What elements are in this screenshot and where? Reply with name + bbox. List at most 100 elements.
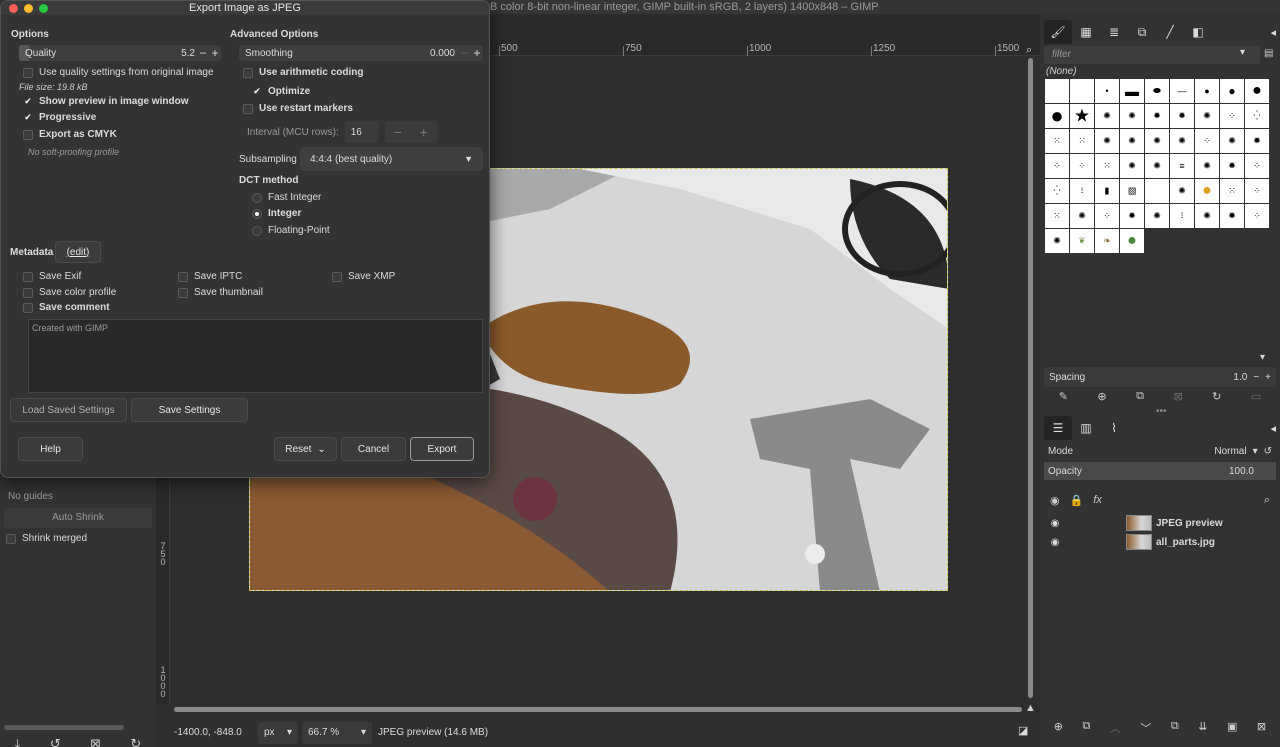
brush-item[interactable]: ● bbox=[1245, 79, 1269, 103]
radio-circle[interactable] bbox=[252, 208, 262, 219]
brush-item[interactable]: ⁙ bbox=[1095, 154, 1119, 178]
brush-item[interactable]: • bbox=[1095, 79, 1119, 103]
dock-menu-icon[interactable]: ◂ bbox=[1270, 26, 1276, 39]
check-icon[interactable]: ✔ bbox=[252, 86, 262, 97]
brush-item[interactable]: ✺ bbox=[1145, 154, 1169, 178]
tab-dynamics[interactable]: ╱ bbox=[1156, 20, 1184, 44]
brush-item[interactable]: ⁘ bbox=[1095, 204, 1119, 228]
brush-item[interactable]: ✹ bbox=[1220, 204, 1244, 228]
brush-item[interactable]: ✺ bbox=[1195, 154, 1219, 178]
help-button[interactable]: Help bbox=[18, 437, 83, 461]
brush-item[interactable]: ≡ bbox=[1170, 154, 1194, 178]
plus-icon[interactable]: + bbox=[410, 121, 437, 143]
checkbox-box[interactable] bbox=[178, 271, 188, 282]
brush-item[interactable]: ✺ bbox=[1120, 129, 1144, 153]
mode-reset-icon[interactable]: ↺ bbox=[1264, 446, 1272, 457]
subsampling-select[interactable]: 4:4:4 (best quality) ▼ bbox=[300, 147, 483, 171]
brush-item[interactable]: — bbox=[1170, 79, 1194, 103]
dct-fast-integer-radio[interactable]: Fast Integer bbox=[252, 192, 321, 203]
minus-icon[interactable]: − bbox=[197, 46, 209, 60]
unit-select[interactable]: px ▾ bbox=[258, 721, 298, 744]
brush-item[interactable]: ● bbox=[1195, 79, 1219, 103]
lower-layer-icon[interactable]: ﹀ bbox=[1140, 720, 1151, 740]
brush-item[interactable]: ❦ bbox=[1070, 229, 1094, 253]
brush-item[interactable]: ✺ bbox=[1195, 204, 1219, 228]
brush-item[interactable] bbox=[1045, 79, 1069, 103]
save-exif-checkbox[interactable]: Save Exif bbox=[23, 271, 81, 282]
brush-item[interactable]: ⬬ bbox=[1145, 79, 1169, 103]
layer-mode-row[interactable]: Mode Normal ▾ ↺ bbox=[1044, 442, 1276, 460]
brush-spacing-slider[interactable]: Spacing 1.0 − + bbox=[1044, 367, 1276, 387]
brush-item[interactable]: ✺ bbox=[1095, 104, 1119, 128]
navigation-preview-icon[interactable]: ◪ bbox=[1018, 724, 1028, 737]
eye-icon[interactable]: ◉ bbox=[1044, 518, 1066, 529]
raise-layer-icon[interactable]: ︿ bbox=[1110, 720, 1121, 740]
new-layer-group-icon[interactable]: ⧉ bbox=[1082, 720, 1090, 740]
brush-item[interactable]: ▬ bbox=[1120, 79, 1144, 103]
horizontal-scrollbar[interactable] bbox=[172, 705, 1024, 713]
tag-icon[interactable]: ▤ bbox=[1264, 48, 1273, 59]
brush-item[interactable]: ❧ bbox=[1095, 229, 1119, 253]
lock-icon[interactable]: 🔒 bbox=[1070, 494, 1084, 507]
tab-layers[interactable]: ☰ bbox=[1044, 416, 1072, 440]
tab-documents[interactable]: ⧉ bbox=[1128, 20, 1156, 44]
fx-icon[interactable]: fx bbox=[1093, 494, 1102, 506]
show-preview-checkbox[interactable]: ✔ Show preview in image window bbox=[23, 96, 188, 107]
smoothing-slider[interactable]: Smoothing 0.000 − + bbox=[239, 45, 483, 61]
checkbox-box[interactable] bbox=[178, 287, 188, 298]
brush-item[interactable]: ⁙ bbox=[1045, 204, 1069, 228]
brush-item[interactable]: ⁘ bbox=[1070, 154, 1094, 178]
restore-icon[interactable]: ↺ bbox=[50, 736, 61, 747]
brush-item[interactable]: ✹ bbox=[1220, 154, 1244, 178]
brush-item[interactable]: ⁛ bbox=[1045, 179, 1069, 203]
optimize-checkbox[interactable]: ✔ Optimize bbox=[252, 86, 310, 97]
checkbox-box[interactable] bbox=[23, 271, 33, 282]
brush-item[interactable]: ⁘ bbox=[1245, 179, 1269, 203]
tab-gradients[interactable]: ◧ bbox=[1184, 20, 1212, 44]
brush-item[interactable]: ● bbox=[1195, 179, 1219, 203]
brush-item[interactable]: ⁝ bbox=[1170, 204, 1194, 228]
close-window-icon[interactable] bbox=[9, 4, 18, 13]
open-as-image-icon[interactable]: ▭ bbox=[1251, 390, 1261, 408]
progressive-checkbox[interactable]: ✔ Progressive bbox=[23, 112, 96, 123]
brush-item[interactable]: ● bbox=[1220, 79, 1244, 103]
merge-layer-icon[interactable]: ⇊ bbox=[1198, 720, 1207, 740]
brush-item[interactable]: ✺ bbox=[1120, 154, 1144, 178]
navigate-icon[interactable]: ▲ bbox=[1025, 702, 1036, 714]
brush-item[interactable]: ⁙ bbox=[1220, 179, 1244, 203]
save-xmp-checkbox[interactable]: Save XMP bbox=[332, 271, 395, 282]
cancel-button[interactable]: Cancel bbox=[341, 437, 406, 461]
layer-row[interactable]: ◉ JPEG preview bbox=[1044, 514, 1276, 532]
dock-menu-icon[interactable]: ◂ bbox=[1270, 422, 1276, 435]
brush-item[interactable]: ● bbox=[1120, 229, 1144, 253]
checkbox-box[interactable] bbox=[332, 271, 342, 282]
tab-fonts[interactable]: ≣ bbox=[1100, 20, 1128, 44]
new-layer-icon[interactable]: ⊕ bbox=[1054, 720, 1063, 740]
save-color-profile-checkbox[interactable]: Save color profile bbox=[23, 287, 116, 298]
brush-item[interactable]: ★ bbox=[1070, 104, 1094, 128]
duplicate-brush-icon[interactable]: ⧉ bbox=[1136, 390, 1144, 408]
comment-textarea[interactable]: Created with GIMP bbox=[28, 319, 483, 393]
dct-integer-radio[interactable]: Integer bbox=[252, 208, 301, 219]
interval-input[interactable]: 16 bbox=[344, 121, 379, 143]
radio-circle[interactable] bbox=[252, 225, 262, 236]
search-icon[interactable]: ⌕ bbox=[1264, 494, 1270, 507]
checkbox-box[interactable] bbox=[23, 67, 33, 78]
plus-icon[interactable]: + bbox=[209, 46, 221, 60]
mode-value[interactable]: Normal bbox=[1214, 446, 1246, 457]
brush-item[interactable]: ✺ bbox=[1095, 129, 1119, 153]
brush-item[interactable]: ⁘ bbox=[1245, 154, 1269, 178]
refresh-brushes-icon[interactable]: ↻ bbox=[1212, 390, 1221, 408]
eye-icon[interactable]: ◉ bbox=[1044, 537, 1066, 548]
shrink-merged-checkbox[interactable]: Shrink merged bbox=[6, 533, 87, 544]
checkbox-box[interactable] bbox=[6, 533, 16, 544]
use-original-quality-checkbox[interactable]: Use quality settings from original image bbox=[23, 67, 214, 78]
delete-brush-icon[interactable]: ⊠ bbox=[1173, 390, 1182, 408]
quality-slider[interactable]: Quality 5.2 − + bbox=[19, 45, 221, 61]
brush-item[interactable]: ✺ bbox=[1145, 204, 1169, 228]
checkbox-box[interactable] bbox=[23, 302, 33, 313]
brush-item[interactable]: ✺ bbox=[1220, 129, 1244, 153]
minus-icon[interactable]: − bbox=[1253, 372, 1259, 383]
zoom-window-icon[interactable] bbox=[39, 4, 48, 13]
brush-item[interactable]: ✺ bbox=[1070, 204, 1094, 228]
